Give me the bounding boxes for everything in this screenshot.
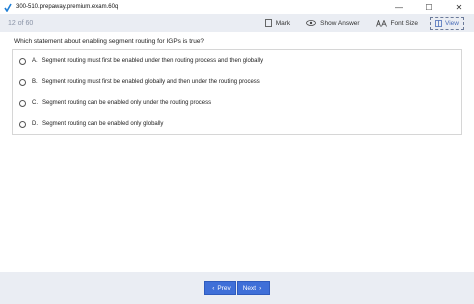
- next-button[interactable]: Next ›: [237, 281, 270, 295]
- minimize-button[interactable]: —: [384, 0, 414, 14]
- toolbar-tools: Mark Show Answer Font Size View: [249, 14, 464, 32]
- mark-label: Mark: [275, 19, 291, 27]
- next-label: Next: [242, 284, 257, 292]
- radio-button[interactable]: [19, 120, 26, 128]
- question-counter: 12 of 60: [8, 19, 34, 27]
- radio-button[interactable]: [19, 57, 26, 65]
- font-size-button[interactable]: Font Size: [375, 19, 419, 27]
- chevron-left-icon: ‹: [212, 284, 215, 292]
- chevron-right-icon: ›: [259, 284, 262, 292]
- option-c[interactable]: C. Segment routing can be enabled only u…: [19, 98, 211, 108]
- window-title: 300-510.prepaway.premium.exam.60q: [16, 4, 119, 10]
- window-controls: — ☐ ✕: [384, 0, 474, 14]
- title-bar: 300-510.prepaway.premium.exam.60q — ☐ ✕: [0, 0, 474, 14]
- option-letter: C.: [32, 100, 38, 106]
- option-letter: A.: [32, 58, 38, 64]
- prev-label: Prev: [217, 284, 231, 292]
- font-size-label: Font Size: [390, 19, 419, 27]
- mark-button[interactable]: Mark: [264, 19, 291, 27]
- view-icon: [435, 19, 442, 27]
- toolbar: 12 of 60 Mark Show Answer Font Size View: [0, 14, 474, 32]
- prev-button[interactable]: ‹ Prev: [204, 281, 236, 295]
- show-answer-label: Show Answer: [320, 19, 360, 27]
- view-label: View: [445, 19, 459, 27]
- option-a[interactable]: A. Segment routing must first be enabled…: [19, 56, 263, 66]
- option-text: Segment routing can be enabled only unde…: [42, 100, 212, 106]
- option-text: Segment routing must first be enabled gl…: [41, 79, 260, 85]
- radio-button[interactable]: [19, 99, 26, 107]
- radio-button[interactable]: [19, 78, 26, 86]
- font-size-icon: [375, 19, 387, 27]
- show-answer-button[interactable]: Show Answer: [306, 19, 360, 27]
- eye-icon: [306, 20, 317, 26]
- option-text: Segment routing can be enabled only glob…: [42, 121, 164, 127]
- option-letter: B.: [32, 79, 38, 85]
- bookmark-icon: [264, 19, 272, 27]
- options-panel: A. Segment routing must first be enabled…: [12, 49, 462, 135]
- bottom-bar: ‹ Prev Next ›: [0, 272, 474, 304]
- checkmark-icon: [4, 2, 12, 12]
- option-b[interactable]: B. Segment routing must first be enabled…: [19, 77, 260, 87]
- maximize-button[interactable]: ☐: [414, 0, 444, 14]
- option-letter: D.: [32, 121, 38, 127]
- view-button[interactable]: View: [430, 16, 464, 30]
- option-text: Segment routing must first be enabled un…: [41, 58, 264, 64]
- close-button[interactable]: ✕: [444, 0, 474, 14]
- option-d[interactable]: D. Segment routing can be enabled only g…: [19, 119, 163, 129]
- navigation-buttons: ‹ Prev Next ›: [204, 281, 270, 295]
- question-text: Which statement about enabling segment r…: [14, 38, 205, 45]
